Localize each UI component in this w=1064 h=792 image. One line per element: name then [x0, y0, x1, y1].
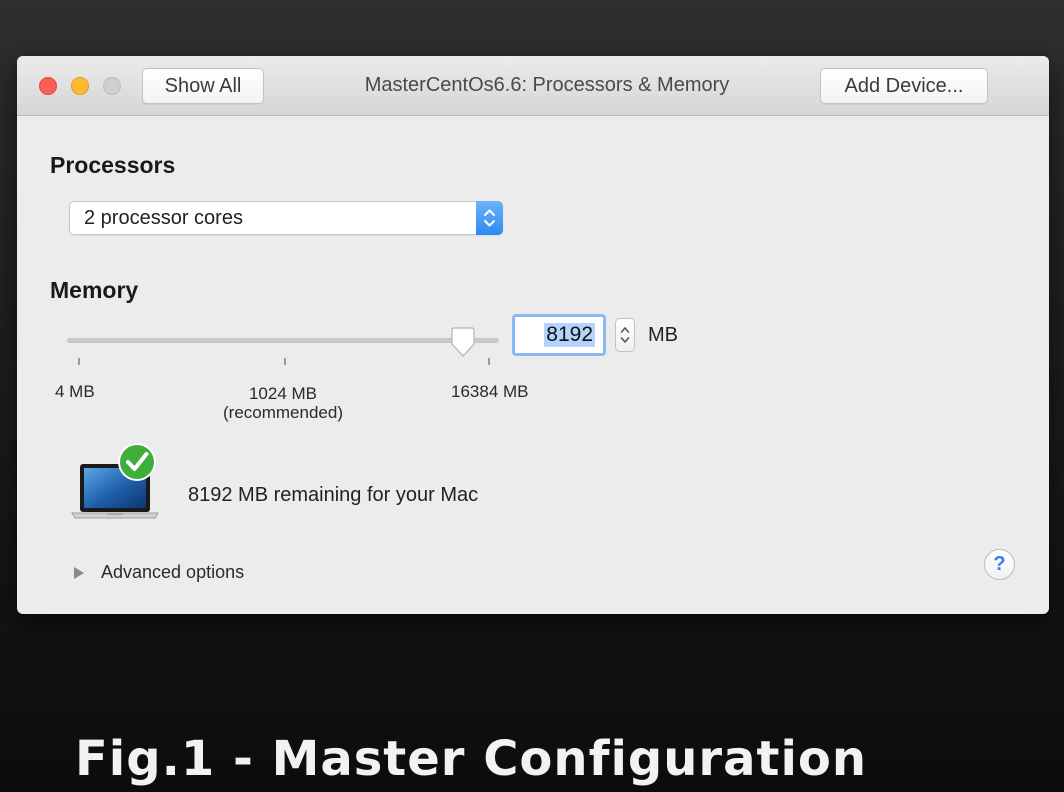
zoom-window-button[interactable]	[103, 77, 121, 95]
close-window-button[interactable]	[39, 77, 57, 95]
memory-stepper[interactable]	[615, 318, 635, 352]
laptop-icon	[71, 442, 161, 524]
memory-slider-thumb[interactable]	[449, 327, 477, 359]
slider-recommended-note: (recommended)	[223, 403, 343, 422]
chevron-up-down-icon	[476, 201, 503, 235]
vm-settings-window: Show All MasterCentOs6.6: Processors & M…	[17, 56, 1049, 614]
help-button[interactable]: ?	[984, 549, 1015, 580]
memory-size-input[interactable]: 8192	[512, 314, 606, 356]
stepper-icon	[620, 327, 630, 343]
memory-unit-label: MB	[648, 324, 678, 346]
remaining-memory-text: 8192 MB remaining for your Mac	[188, 484, 479, 506]
checkmark-icon	[118, 443, 156, 481]
slider-max-label: 16384 MB	[451, 382, 529, 401]
window-title: MasterCentOs6.6: Processors & Memory	[364, 74, 730, 96]
slider-tick	[78, 358, 80, 365]
processor-cores-value: 2 processor cores	[84, 207, 243, 229]
slider-tick	[284, 358, 286, 365]
title-bar[interactable]: Show All MasterCentOs6.6: Processors & M…	[17, 56, 1049, 116]
minimize-window-button[interactable]	[71, 77, 89, 95]
slider-min-label: 4 MB	[55, 382, 95, 401]
slider-recommended-label: 1024 MB	[248, 384, 318, 403]
figure-caption: Fig.1 - Master Configuration	[75, 731, 868, 787]
processor-cores-select[interactable]: 2 processor cores	[69, 201, 503, 235]
memory-slider-track[interactable]	[67, 338, 499, 343]
slider-tick	[488, 358, 490, 365]
memory-size-value: 8192	[544, 323, 595, 347]
show-all-button[interactable]: Show All	[142, 68, 264, 104]
advanced-options-toggle[interactable]: Advanced options	[101, 562, 244, 583]
disclosure-triangle-icon[interactable]	[74, 567, 84, 579]
processors-heading: Processors	[50, 152, 176, 178]
memory-heading: Memory	[50, 277, 139, 303]
add-device-button[interactable]: Add Device...	[820, 68, 988, 104]
